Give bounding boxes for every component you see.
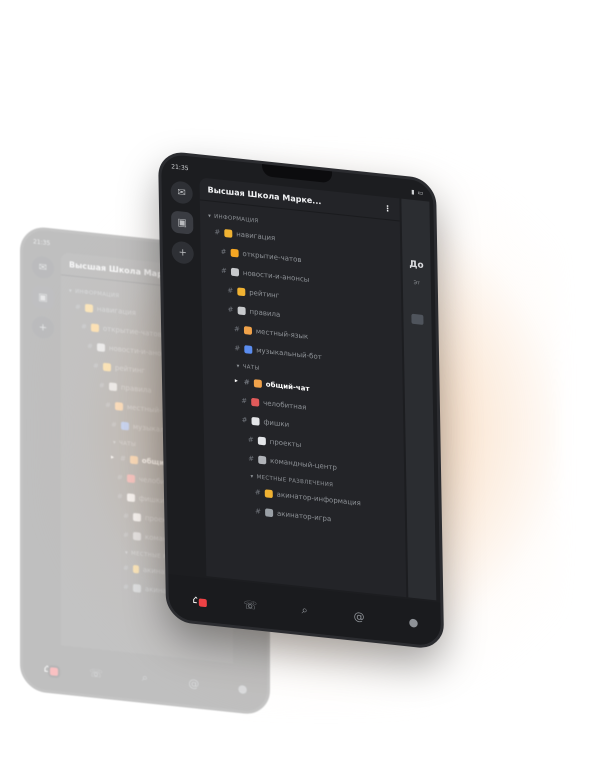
chevron-icon: ▾ <box>69 288 73 295</box>
emoji-icon <box>257 436 266 445</box>
emoji-icon <box>244 344 253 354</box>
emoji-icon <box>102 362 111 372</box>
friends-icon[interactable]: ☏ <box>235 597 265 613</box>
hash-icon: # <box>220 247 227 256</box>
hash-icon: # <box>99 380 105 390</box>
hash-icon: # <box>247 435 254 444</box>
channel-list: ▾ ИНФОРМАЦИЯ # навигация # открытие-чатов #… <box>200 200 406 542</box>
mentions-icon[interactable]: @ <box>179 675 209 691</box>
server-rail: ✉ ▣ + <box>167 176 202 576</box>
emoji-icon <box>253 378 262 388</box>
emoji-icon <box>129 455 138 464</box>
peek-title: До <box>409 259 424 271</box>
emoji-icon <box>230 267 239 277</box>
hash-icon: # <box>117 472 123 482</box>
emoji-icon <box>96 342 105 352</box>
server-rail: ✉ ▣ + <box>29 251 57 645</box>
emoji-icon <box>126 492 135 502</box>
channel-panel: Высшая Школа Марке... ⋮ ▾ ИНФОРМАЦИЯ # нав… <box>199 177 407 598</box>
hash-icon: # <box>120 454 126 463</box>
emoji-icon <box>264 488 273 498</box>
more-options-icon[interactable]: ⋮ <box>383 203 391 213</box>
emoji-icon <box>258 455 267 464</box>
hash-icon: # <box>220 266 227 275</box>
chat-panel-peek[interactable]: До Эт <box>401 198 437 601</box>
search-icon[interactable]: ⌕ <box>130 670 160 687</box>
status-time: 21:35 <box>171 162 189 172</box>
hash-icon: # <box>243 377 250 387</box>
friends-icon[interactable]: ☏ <box>81 665 111 681</box>
emoji-icon <box>132 512 141 522</box>
status-time: 21:35 <box>33 237 51 247</box>
unread-pointer-icon: ▸ <box>111 453 115 461</box>
emoji-icon <box>114 401 123 411</box>
hash-icon: # <box>254 487 261 497</box>
hash-icon: # <box>227 304 234 314</box>
hash-icon: # <box>234 343 241 353</box>
notification-badge <box>48 664 61 678</box>
emoji-icon <box>120 421 129 430</box>
chevron-icon: ▾ <box>125 550 129 557</box>
emoji-icon <box>108 381 117 391</box>
chevron-icon: ▾ <box>236 363 240 370</box>
hash-icon: # <box>75 302 81 311</box>
server-icon[interactable]: ▣ <box>32 285 54 310</box>
phone-main: 21:35 ▮ ▭ ✉ ▣ + Высшая Школа Марке... ⋮ ▾… <box>158 150 445 651</box>
hash-icon: # <box>123 563 129 572</box>
peek-subtitle: Эт <box>413 279 421 287</box>
hash-icon: # <box>233 324 240 334</box>
profile-icon[interactable]: ● <box>398 614 428 630</box>
direct-messages-icon[interactable]: ✉ <box>32 255 54 280</box>
notification-badge <box>196 595 210 609</box>
hash-icon: # <box>117 491 123 501</box>
hash-icon: # <box>123 530 129 539</box>
emoji-icon <box>251 397 260 407</box>
hash-icon: # <box>248 454 255 463</box>
emoji-icon <box>84 303 93 313</box>
battery-icon: ▭ <box>417 188 424 197</box>
profile-icon[interactable]: ● <box>228 680 258 696</box>
emoji-icon <box>132 583 141 593</box>
hash-icon: # <box>241 396 248 405</box>
emoji-icon <box>237 286 246 296</box>
hash-icon: # <box>93 361 99 370</box>
emoji-icon <box>251 416 260 426</box>
hash-icon: # <box>105 400 111 410</box>
server-icon[interactable]: ▣ <box>171 210 194 235</box>
hash-icon: # <box>241 415 248 424</box>
hash-icon: # <box>123 582 129 591</box>
emoji-icon <box>90 322 99 332</box>
emoji-icon <box>237 305 246 315</box>
emoji-icon <box>224 228 233 238</box>
search-icon[interactable]: ⌕ <box>290 602 320 619</box>
hash-icon: # <box>255 506 262 516</box>
emoji-icon <box>132 564 139 573</box>
unread-pointer-icon: ▸ <box>234 377 238 385</box>
add-server-icon[interactable]: + <box>171 240 194 265</box>
hash-icon: # <box>81 321 87 331</box>
chevron-icon: ▾ <box>113 439 117 447</box>
emoji-icon <box>132 531 141 541</box>
home-icon[interactable]: ⌂ <box>32 660 62 678</box>
emoji-icon <box>243 325 252 335</box>
hash-icon: # <box>227 285 234 295</box>
mentions-icon[interactable]: @ <box>344 608 374 624</box>
hash-icon: # <box>123 511 129 520</box>
phone-main-shell: 21:35 ▮ ▭ ✉ ▣ + Высшая Школа Марке... ⋮ ▾… <box>158 150 445 651</box>
hash-icon: # <box>87 341 93 351</box>
home-icon[interactable]: ⌂ <box>181 591 211 609</box>
chevron-icon: ▾ <box>208 213 212 220</box>
add-server-icon[interactable]: + <box>32 315 54 340</box>
direct-messages-icon[interactable]: ✉ <box>170 180 193 205</box>
chevron-icon: ▾ <box>250 473 254 481</box>
emoji-icon <box>230 248 239 258</box>
emoji-icon <box>264 507 274 517</box>
hash-icon: # <box>214 227 221 237</box>
attachment-icon <box>411 313 424 325</box>
signal-icon: ▮ <box>411 188 415 196</box>
hash-icon: # <box>111 420 117 429</box>
emoji-icon <box>126 473 135 483</box>
